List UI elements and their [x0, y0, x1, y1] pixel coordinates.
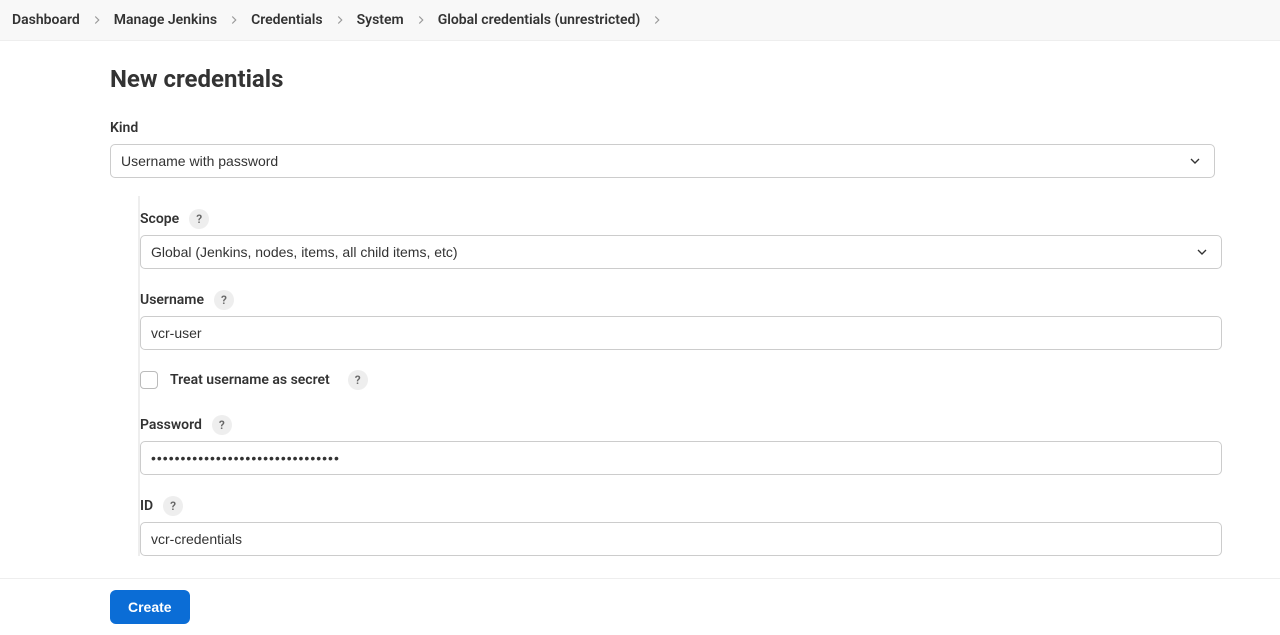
- chevron-right-icon: [227, 13, 241, 27]
- id-help-icon[interactable]: ?: [163, 496, 183, 516]
- treat-secret-help-icon[interactable]: ?: [348, 370, 368, 390]
- scope-group: Scope ?: [140, 196, 1220, 269]
- scope-select[interactable]: [140, 235, 1222, 269]
- password-field[interactable]: [140, 441, 1222, 475]
- breadcrumb: Dashboard Manage Jenkins Credentials Sys…: [0, 0, 1280, 41]
- page-title: New credentials: [110, 65, 1220, 93]
- password-group: Password ?: [140, 414, 1220, 475]
- id-field[interactable]: [140, 522, 1222, 556]
- username-help-icon[interactable]: ?: [214, 290, 234, 310]
- scope-label: Scope: [140, 211, 179, 227]
- breadcrumb-item-manage-jenkins[interactable]: Manage Jenkins: [110, 12, 221, 28]
- breadcrumb-item-system[interactable]: System: [353, 12, 408, 28]
- username-group: Username ?: [140, 289, 1220, 350]
- scope-help-icon[interactable]: ?: [189, 209, 209, 229]
- breadcrumb-item-credentials[interactable]: Credentials: [247, 12, 327, 28]
- password-help-icon[interactable]: ?: [212, 415, 232, 435]
- username-field[interactable]: [140, 316, 1222, 350]
- breadcrumb-item-dashboard[interactable]: Dashboard: [8, 12, 84, 28]
- password-label: Password: [140, 417, 202, 433]
- create-button[interactable]: Create: [110, 590, 190, 624]
- treat-secret-checkbox[interactable]: [140, 371, 158, 389]
- chevron-right-icon: [650, 13, 664, 27]
- id-group: ID ?: [140, 495, 1220, 556]
- kind-label: Kind: [110, 120, 138, 136]
- chevron-right-icon: [414, 13, 428, 27]
- treat-secret-label: Treat username as secret: [170, 372, 330, 388]
- treat-secret-group: Treat username as secret ?: [140, 370, 1220, 390]
- kind-group: Kind: [110, 117, 1220, 178]
- kind-select[interactable]: [110, 144, 1215, 178]
- id-label: ID: [140, 498, 153, 514]
- breadcrumb-item-global-credentials[interactable]: Global credentials (unrestricted): [434, 12, 645, 28]
- username-label: Username: [140, 292, 204, 308]
- chevron-right-icon: [90, 13, 104, 27]
- chevron-right-icon: [333, 13, 347, 27]
- bottom-action-bar: Create: [0, 578, 1280, 635]
